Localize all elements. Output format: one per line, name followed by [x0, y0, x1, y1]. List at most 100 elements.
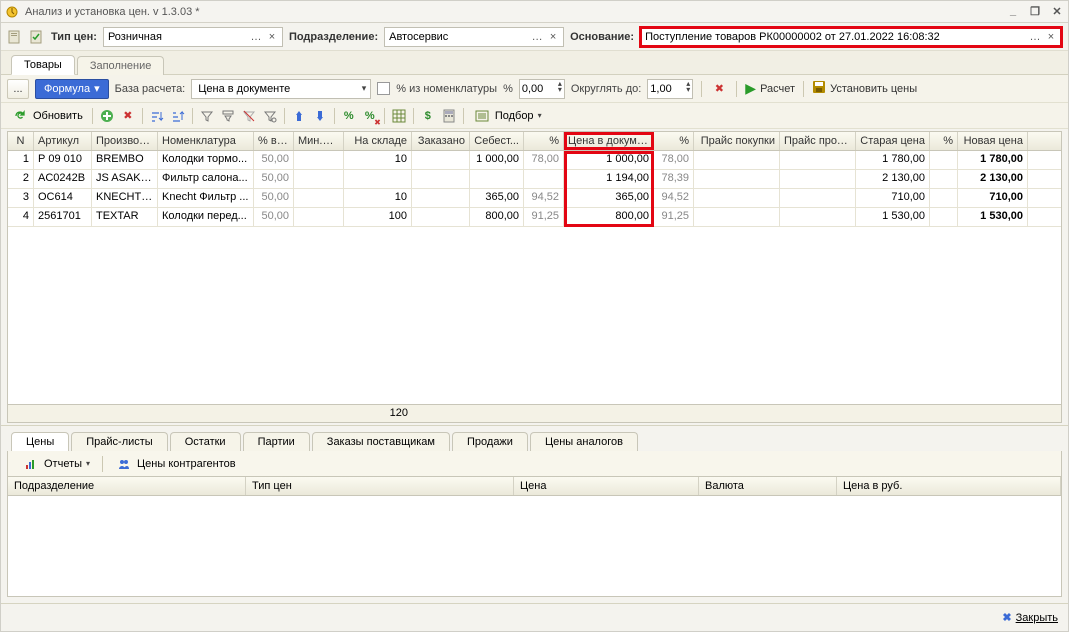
- maximize-button[interactable]: ❐: [1028, 5, 1042, 18]
- col-producer[interactable]: Производ...: [92, 132, 158, 150]
- cell-prod[interactable]: JS ASAKA...: [92, 170, 158, 188]
- cell-new[interactable]: 710,00: [958, 189, 1028, 207]
- ellipsis-icon[interactable]: …: [1027, 31, 1043, 43]
- clear-icon[interactable]: ×: [545, 31, 561, 43]
- sort-asc-icon[interactable]: [148, 107, 166, 125]
- cell-cost[interactable]: [470, 170, 524, 188]
- col-markup-pct[interactable]: % в н...: [254, 132, 294, 150]
- cell-old[interactable]: 710,00: [856, 189, 930, 207]
- cell-min[interactable]: [294, 151, 344, 169]
- table-row[interactable]: 3OC614KNECHT/...Knecht Фильтр ...50,0010…: [8, 189, 1061, 208]
- cell-min[interactable]: [294, 170, 344, 188]
- division-input[interactable]: Автосервис … ×: [384, 27, 564, 47]
- cell-stk[interactable]: 10: [344, 189, 412, 207]
- cell-p1[interactable]: 91,25: [524, 208, 564, 226]
- remove-icon[interactable]: ✖: [119, 107, 137, 125]
- cell-sell[interactable]: [780, 151, 856, 169]
- delete-icon[interactable]: ✖: [710, 80, 728, 98]
- cell-buy[interactable]: [694, 170, 780, 188]
- cell-pct[interactable]: 50,00: [254, 151, 294, 169]
- col-doc-price[interactable]: Цена в докуме...: [564, 132, 654, 150]
- currency-icon[interactable]: $: [419, 107, 437, 125]
- refresh-button[interactable]: Обновить: [7, 107, 87, 125]
- table-row[interactable]: 1Р 09 010BREMBOКолодки тормо...50,00101 …: [8, 151, 1061, 170]
- ellipsis-icon[interactable]: …: [248, 31, 264, 43]
- price-type-input[interactable]: Розничная … ×: [103, 27, 283, 47]
- percent-input[interactable]: 0,00: [519, 79, 565, 99]
- btab-remains[interactable]: Остатки: [170, 432, 241, 451]
- filter-settings-icon[interactable]: [261, 107, 279, 125]
- counteragent-prices-button[interactable]: Цены контрагентов: [111, 455, 240, 473]
- filter-clear-icon[interactable]: [240, 107, 258, 125]
- percent-tool-icon[interactable]: %: [340, 107, 358, 125]
- cell-old[interactable]: 2 130,00: [856, 170, 930, 188]
- cell-nom[interactable]: Фильтр салона...: [158, 170, 254, 188]
- cell-nom[interactable]: Колодки перед...: [158, 208, 254, 226]
- cell-prod[interactable]: BREMBO: [92, 151, 158, 169]
- reports-button[interactable]: Отчеты▾: [18, 455, 94, 473]
- cell-p2[interactable]: 78,39: [654, 170, 694, 188]
- cell-p2[interactable]: 78,00: [654, 151, 694, 169]
- col-pct-3[interactable]: %: [930, 132, 958, 150]
- bcol-currency[interactable]: Валюта: [699, 477, 837, 495]
- cell-new[interactable]: 1 780,00: [958, 151, 1028, 169]
- btab-supplier-orders[interactable]: Заказы поставщикам: [312, 432, 450, 451]
- table-icon[interactable]: [390, 107, 408, 125]
- col-pct-1[interactable]: %: [524, 132, 564, 150]
- cell-doc[interactable]: 800,00: [564, 208, 654, 226]
- doc-icon[interactable]: [7, 29, 23, 45]
- bcol-price-rub[interactable]: Цена в руб.: [837, 477, 1061, 495]
- cell-cost[interactable]: 800,00: [470, 208, 524, 226]
- btab-pricelists[interactable]: Прайс-листы: [71, 432, 167, 451]
- cell-n[interactable]: 3: [8, 189, 34, 207]
- cell-buy[interactable]: [694, 189, 780, 207]
- formula-button[interactable]: Формула▾: [35, 79, 109, 99]
- cell-sell[interactable]: [780, 208, 856, 226]
- calc-icon[interactable]: [440, 107, 458, 125]
- cell-sell[interactable]: [780, 189, 856, 207]
- btab-sales[interactable]: Продажи: [452, 432, 528, 451]
- minimize-button[interactable]: _: [1006, 5, 1020, 18]
- cell-nom[interactable]: Knecht Фильтр ...: [158, 189, 254, 207]
- pick-button[interactable]: Подбор ▾: [469, 107, 546, 125]
- col-min-stock[interactable]: Мин.ост: [294, 132, 344, 150]
- cell-art[interactable]: 2561701: [34, 208, 92, 226]
- cell-p3[interactable]: [930, 208, 958, 226]
- cell-p3[interactable]: [930, 170, 958, 188]
- cell-new[interactable]: 2 130,00: [958, 170, 1028, 188]
- cell-old[interactable]: 1 780,00: [856, 151, 930, 169]
- cell-ord[interactable]: [412, 151, 470, 169]
- table-row[interactable]: 2AC0242BJS ASAKA...Фильтр салона...50,00…: [8, 170, 1061, 189]
- cell-p1[interactable]: 94,52: [524, 189, 564, 207]
- col-sell-price[interactable]: Прайс прода...: [780, 132, 856, 150]
- cell-cost[interactable]: 1 000,00: [470, 151, 524, 169]
- bcol-price[interactable]: Цена: [514, 477, 699, 495]
- cell-ord[interactable]: [412, 170, 470, 188]
- cell-p2[interactable]: 94,52: [654, 189, 694, 207]
- cell-pct[interactable]: 50,00: [254, 208, 294, 226]
- table-row[interactable]: 42561701TEXTARКолодки перед...50,0010080…: [8, 208, 1061, 227]
- add-icon[interactable]: [98, 107, 116, 125]
- clear-icon[interactable]: ×: [1043, 31, 1059, 43]
- btab-parties[interactable]: Партии: [243, 432, 310, 451]
- sort-desc-icon[interactable]: [169, 107, 187, 125]
- cell-n[interactable]: 2: [8, 170, 34, 188]
- cell-p2[interactable]: 91,25: [654, 208, 694, 226]
- col-old-price[interactable]: Старая цена: [856, 132, 930, 150]
- col-cost[interactable]: Себест...: [470, 132, 524, 150]
- dots-button[interactable]: ...: [7, 79, 29, 99]
- cell-ord[interactable]: [412, 208, 470, 226]
- move-down-icon[interactable]: [311, 107, 329, 125]
- cell-old[interactable]: 1 530,00: [856, 208, 930, 226]
- cell-cost[interactable]: 365,00: [470, 189, 524, 207]
- round-input[interactable]: 1,00: [647, 79, 693, 99]
- doc-check-icon[interactable]: [29, 29, 45, 45]
- percent-red-icon[interactable]: %✖: [361, 107, 379, 125]
- cell-min[interactable]: [294, 208, 344, 226]
- cell-art[interactable]: Р 09 010: [34, 151, 92, 169]
- col-new-price[interactable]: Новая цена: [958, 132, 1028, 150]
- cell-p1[interactable]: [524, 170, 564, 188]
- move-up-icon[interactable]: [290, 107, 308, 125]
- from-nomenclature-checkbox[interactable]: [377, 82, 390, 95]
- ellipsis-icon[interactable]: …: [529, 31, 545, 43]
